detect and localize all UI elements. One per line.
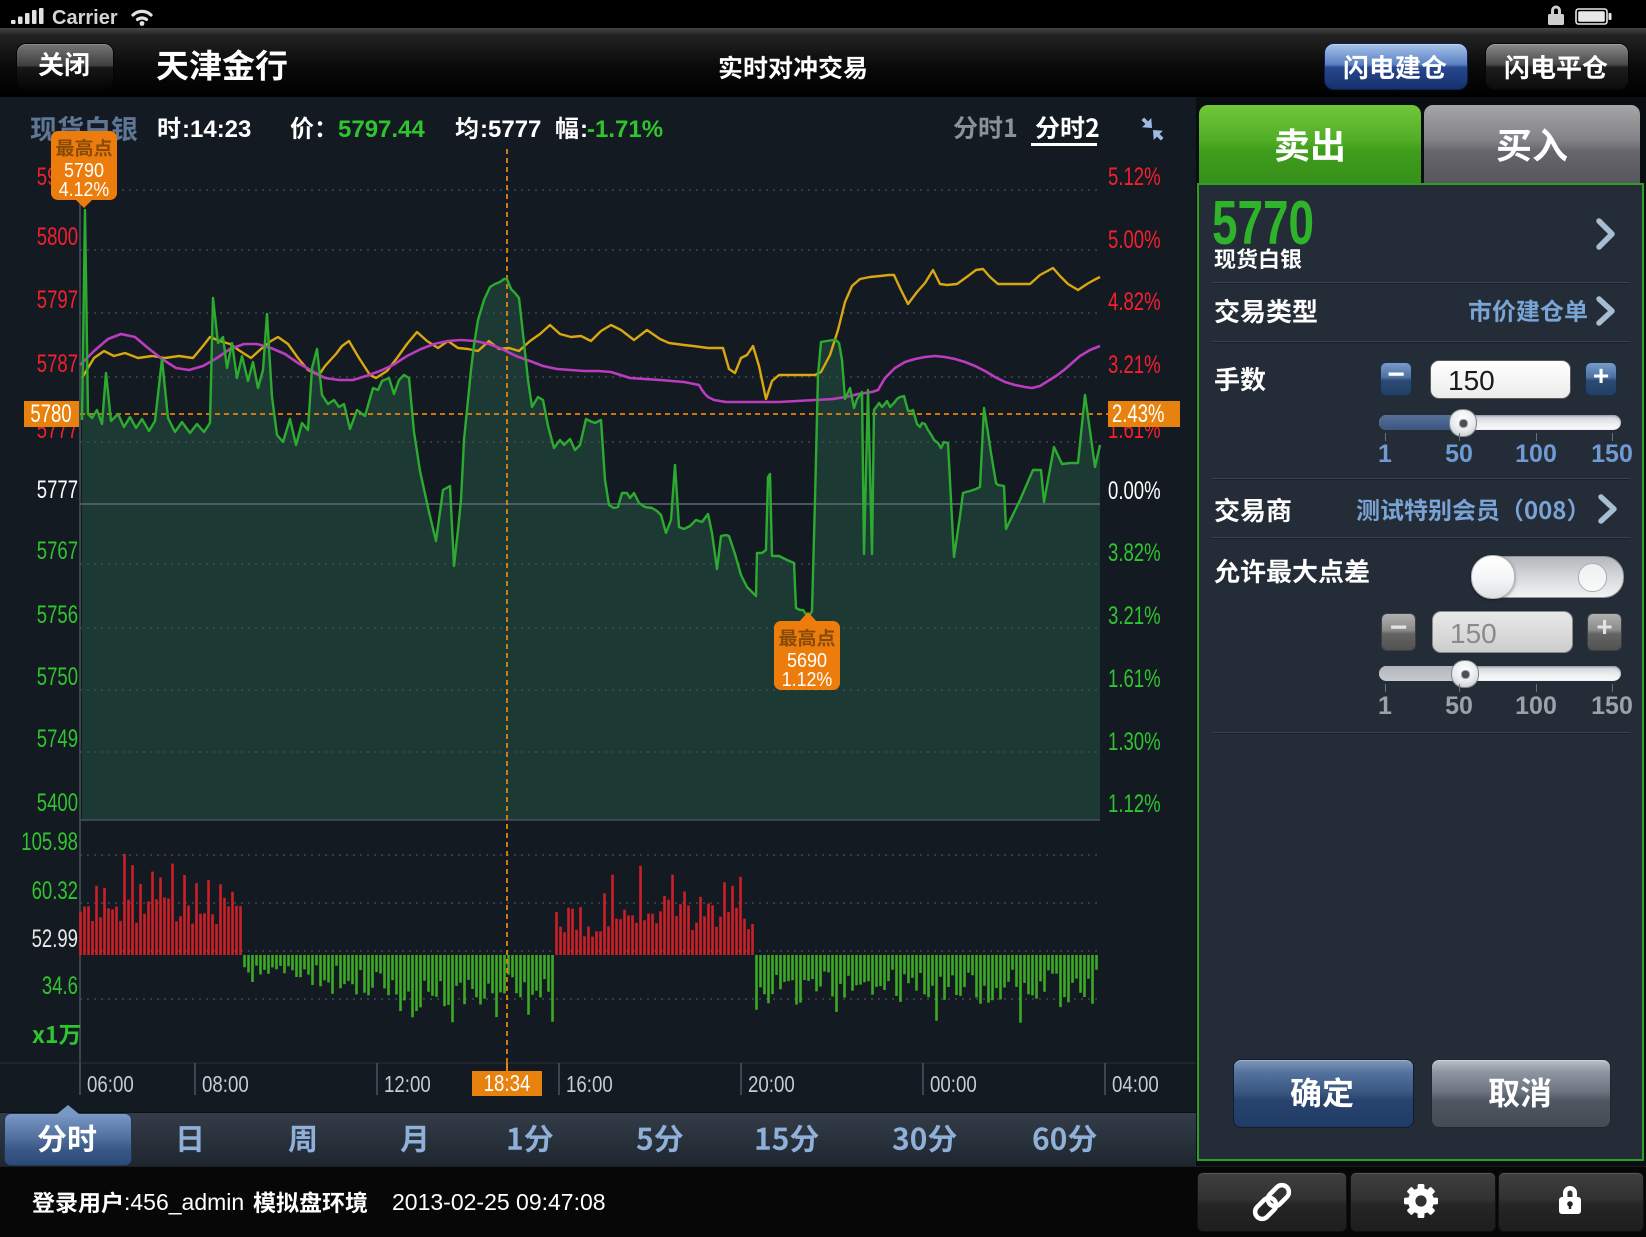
svg-text:1.12%: 1.12%	[782, 669, 833, 691]
svg-text:18:34: 18:34	[484, 1070, 531, 1096]
svg-text:5756: 5756	[37, 601, 78, 629]
svg-text:3.21%: 3.21%	[1108, 351, 1161, 379]
svg-text:5767: 5767	[37, 537, 78, 565]
svg-text:5750: 5750	[37, 663, 78, 691]
svg-text:4.82%: 4.82%	[1108, 288, 1161, 316]
svg-text:5800: 5800	[37, 223, 78, 251]
svg-text:2.43%: 2.43%	[1112, 400, 1164, 428]
svg-text:3.21%: 3.21%	[1108, 602, 1161, 630]
svg-text:5749: 5749	[37, 725, 78, 753]
svg-text:5.00%: 5.00%	[1108, 226, 1161, 254]
svg-text:0.00%: 0.00%	[1108, 477, 1161, 505]
svg-text:1.61%: 1.61%	[1108, 665, 1161, 693]
svg-text:5797.44: 5797.44	[338, 116, 425, 143]
svg-text:06:00: 06:00	[87, 1071, 134, 1097]
svg-text:04:00: 04:00	[1112, 1071, 1159, 1097]
svg-text:5400: 5400	[37, 789, 78, 817]
svg-text:5777: 5777	[37, 476, 78, 504]
svg-text:4.12%: 4.12%	[59, 179, 110, 201]
svg-text:105.98: 105.98	[21, 828, 78, 856]
svg-text:16:00: 16:00	[566, 1071, 613, 1097]
svg-text:34.6: 34.6	[42, 972, 78, 1000]
svg-text:00:00: 00:00	[930, 1071, 977, 1097]
svg-text:12:00: 12:00	[384, 1071, 431, 1097]
svg-text:1.12%: 1.12%	[1108, 790, 1161, 818]
svg-text:3.82%: 3.82%	[1108, 539, 1161, 567]
svg-text:5787: 5787	[37, 350, 78, 378]
svg-text:60.32: 60.32	[32, 877, 78, 905]
svg-text:52.99: 52.99	[32, 925, 78, 953]
svg-text:5.12%: 5.12%	[1108, 163, 1161, 191]
svg-text:5780: 5780	[30, 400, 71, 428]
svg-text::5777: :5777	[480, 116, 541, 143]
svg-text:08:00: 08:00	[202, 1071, 249, 1097]
svg-text:20:00: 20:00	[748, 1071, 795, 1097]
svg-text:Carrier: Carrier	[52, 7, 118, 28]
svg-text:1.30%: 1.30%	[1108, 728, 1161, 756]
svg-text::14:23: :14:23	[182, 116, 251, 143]
svg-text:5797: 5797	[37, 286, 78, 314]
svg-text:-1.71%: -1.71%	[587, 116, 663, 143]
